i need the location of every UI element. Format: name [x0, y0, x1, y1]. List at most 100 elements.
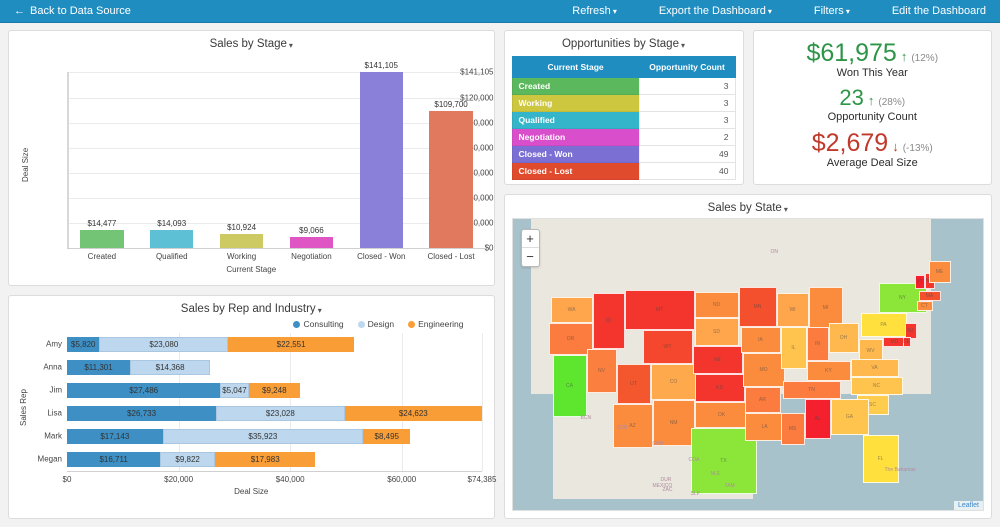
map-state-ne[interactable]: NE — [693, 346, 743, 374]
gridline — [67, 223, 486, 224]
bar-rect — [80, 230, 123, 248]
map-state-wa[interactable]: WA — [551, 297, 593, 323]
map-state-sd[interactable]: SD — [695, 318, 739, 346]
bar-segment-engineering[interactable]: $17,983 — [215, 452, 315, 466]
map-state-nd[interactable]: ND — [695, 292, 739, 318]
table-row[interactable]: Working3 — [512, 95, 735, 112]
bar-segment-consulting[interactable]: $5,820 — [67, 337, 99, 351]
sales-by-rep-title[interactable]: Sales by Rep and Industry▾ — [9, 296, 494, 319]
legend-label: Consulting — [303, 319, 343, 329]
bar[interactable]: $141,105 — [360, 61, 403, 248]
map-state-vt[interactable]: VT — [915, 275, 925, 289]
bar-segment-engineering[interactable]: $24,623 — [345, 406, 482, 420]
bar-segment-design[interactable]: $23,080 — [99, 337, 228, 351]
back-to-data-source-button[interactable]: ← Back to Data Source — [14, 5, 131, 17]
bar-segment-design[interactable]: $5,047 — [220, 383, 248, 397]
zoom-out-button[interactable]: − — [522, 248, 539, 266]
map-state-co[interactable]: CO — [651, 364, 697, 400]
map-state-me[interactable]: ME — [929, 261, 951, 283]
map-state-ia[interactable]: IA — [741, 327, 781, 353]
map-state-wi[interactable]: WI — [777, 293, 809, 327]
sales-by-state-card: Sales by State▾ WAORCANVIDMTWYUTAZCONMND… — [504, 194, 993, 519]
map-state-ok[interactable]: OK — [695, 402, 749, 428]
map-state-id[interactable]: ID — [593, 293, 625, 349]
sales-by-stage-title[interactable]: Sales by Stage▾ — [9, 31, 494, 54]
map-state-ks[interactable]: KS — [695, 374, 745, 402]
bar[interactable]: $109,700 — [429, 100, 472, 248]
state-code-label: WA — [568, 307, 576, 313]
bar-segment-engineering[interactable]: $22,551 — [228, 337, 354, 351]
map-state-nc[interactable]: NC — [851, 377, 903, 395]
map-state-ga[interactable]: GA — [831, 399, 869, 435]
map-state-oh[interactable]: OH — [829, 323, 859, 353]
map-state-va[interactable]: VA — [851, 359, 899, 377]
opportunities-by-stage-title[interactable]: Opportunities by Stage▾ — [505, 31, 743, 54]
map-state-ms[interactable]: MS — [781, 413, 805, 445]
map-state-tn[interactable]: TN — [783, 381, 841, 399]
table-row[interactable]: Closed - Lost40 — [512, 163, 735, 180]
bar-segment-consulting[interactable]: $11,301 — [67, 360, 130, 374]
map-state-nv[interactable]: NV — [587, 349, 617, 393]
map-state-mt[interactable]: MT — [625, 290, 695, 330]
state-code-label: NE — [714, 357, 721, 363]
bar-segment-value-label: $16,711 — [99, 455, 127, 464]
map-state-nm[interactable]: NM — [653, 400, 695, 446]
bar-segment-design[interactable]: $14,368 — [130, 360, 210, 374]
table-row[interactable]: Negotiation2 — [512, 129, 735, 146]
column-header-opportunity-count[interactable]: Opportunity Count — [639, 57, 735, 78]
bar-segment-engineering[interactable]: $8,495 — [363, 429, 410, 443]
map-state-mn[interactable]: MN — [739, 287, 777, 327]
y-axis-tick-label: Jim — [50, 386, 67, 395]
bar-segment-design[interactable]: $23,028 — [216, 406, 344, 420]
bar-group: Mark$17,143$35,923$8,495 — [67, 429, 410, 443]
leaflet-attribution[interactable]: Leaflet — [954, 501, 983, 510]
sales-by-rep-plot: $0$20,000$40,000$60,000$74,385Amy$5,820$… — [9, 329, 494, 501]
bar-segment-consulting[interactable]: $27,486 — [67, 383, 220, 397]
map-state-il[interactable]: IL — [781, 327, 807, 369]
legend-item-consulting[interactable]: Consulting — [293, 319, 343, 329]
legend-item-design[interactable]: Design — [358, 319, 394, 329]
sales-by-state-title[interactable]: Sales by State▾ — [505, 195, 992, 218]
map-state-fl[interactable]: FL — [863, 435, 899, 483]
x-axis-tick-label: $0 — [63, 475, 72, 484]
state-code-label: OK — [718, 412, 725, 418]
column-header-current-stage[interactable]: Current Stage — [512, 57, 639, 78]
map-viewport[interactable]: WAORCANVIDMTWYUTAZCONMNDSDNEKSOKTXMNIAMO… — [512, 218, 985, 511]
map-state-ky[interactable]: KY — [807, 361, 851, 381]
bar-segment-design[interactable]: $9,822 — [160, 452, 215, 466]
bar-segment-design[interactable]: $35,923 — [163, 429, 363, 443]
map-state-ar[interactable]: AR — [745, 387, 781, 413]
map-state-al[interactable]: AL — [805, 399, 831, 439]
nav-export-dashboard[interactable]: Export the Dashboard ▾ — [659, 5, 772, 17]
bar-segment-consulting[interactable]: $17,143 — [67, 429, 163, 443]
table-row[interactable]: Created3 — [512, 78, 735, 95]
map-state-pa[interactable]: PA — [861, 313, 907, 337]
bar[interactable]: $10,924 — [220, 223, 263, 248]
zoom-in-button[interactable]: + — [522, 230, 539, 248]
nav-edit-dashboard[interactable]: Edit the Dashboard — [892, 5, 986, 17]
legend-item-engineering[interactable]: Engineering — [408, 319, 463, 329]
map-state-de[interactable]: DE — [903, 337, 911, 347]
map-state-ct[interactable]: CT — [917, 301, 933, 311]
chevron-down-icon: ▾ — [846, 8, 850, 16]
state-code-label: LA — [761, 424, 767, 430]
bar-segment-engineering[interactable]: $9,248 — [249, 383, 301, 397]
map-state-ut[interactable]: UT — [617, 364, 651, 404]
map-state-in[interactable]: IN — [807, 327, 829, 361]
nav-filters[interactable]: Filters ▾ — [814, 5, 850, 17]
map-state-ma[interactable]: MA — [919, 291, 941, 301]
map-state-wy[interactable]: WY — [643, 330, 693, 364]
cell-opportunity-count: 3 — [639, 112, 735, 129]
bar[interactable]: $14,477 — [80, 219, 123, 248]
kpi-percent-change: (12%) — [911, 54, 938, 65]
bar[interactable]: $14,093 — [150, 219, 193, 248]
nav-refresh[interactable]: Refresh ▾ — [572, 5, 617, 17]
map-state-la[interactable]: LA — [745, 413, 785, 441]
map-state-ca[interactable]: CA — [553, 355, 587, 417]
map-state-mo[interactable]: MO — [743, 353, 785, 387]
bar-segment-consulting[interactable]: $26,733 — [67, 406, 216, 420]
bar-segment-consulting[interactable]: $16,711 — [67, 452, 160, 466]
table-row[interactable]: Closed - Won49 — [512, 146, 735, 163]
table-row[interactable]: Qualified3 — [512, 112, 735, 129]
bar[interactable]: $9,066 — [290, 226, 333, 248]
